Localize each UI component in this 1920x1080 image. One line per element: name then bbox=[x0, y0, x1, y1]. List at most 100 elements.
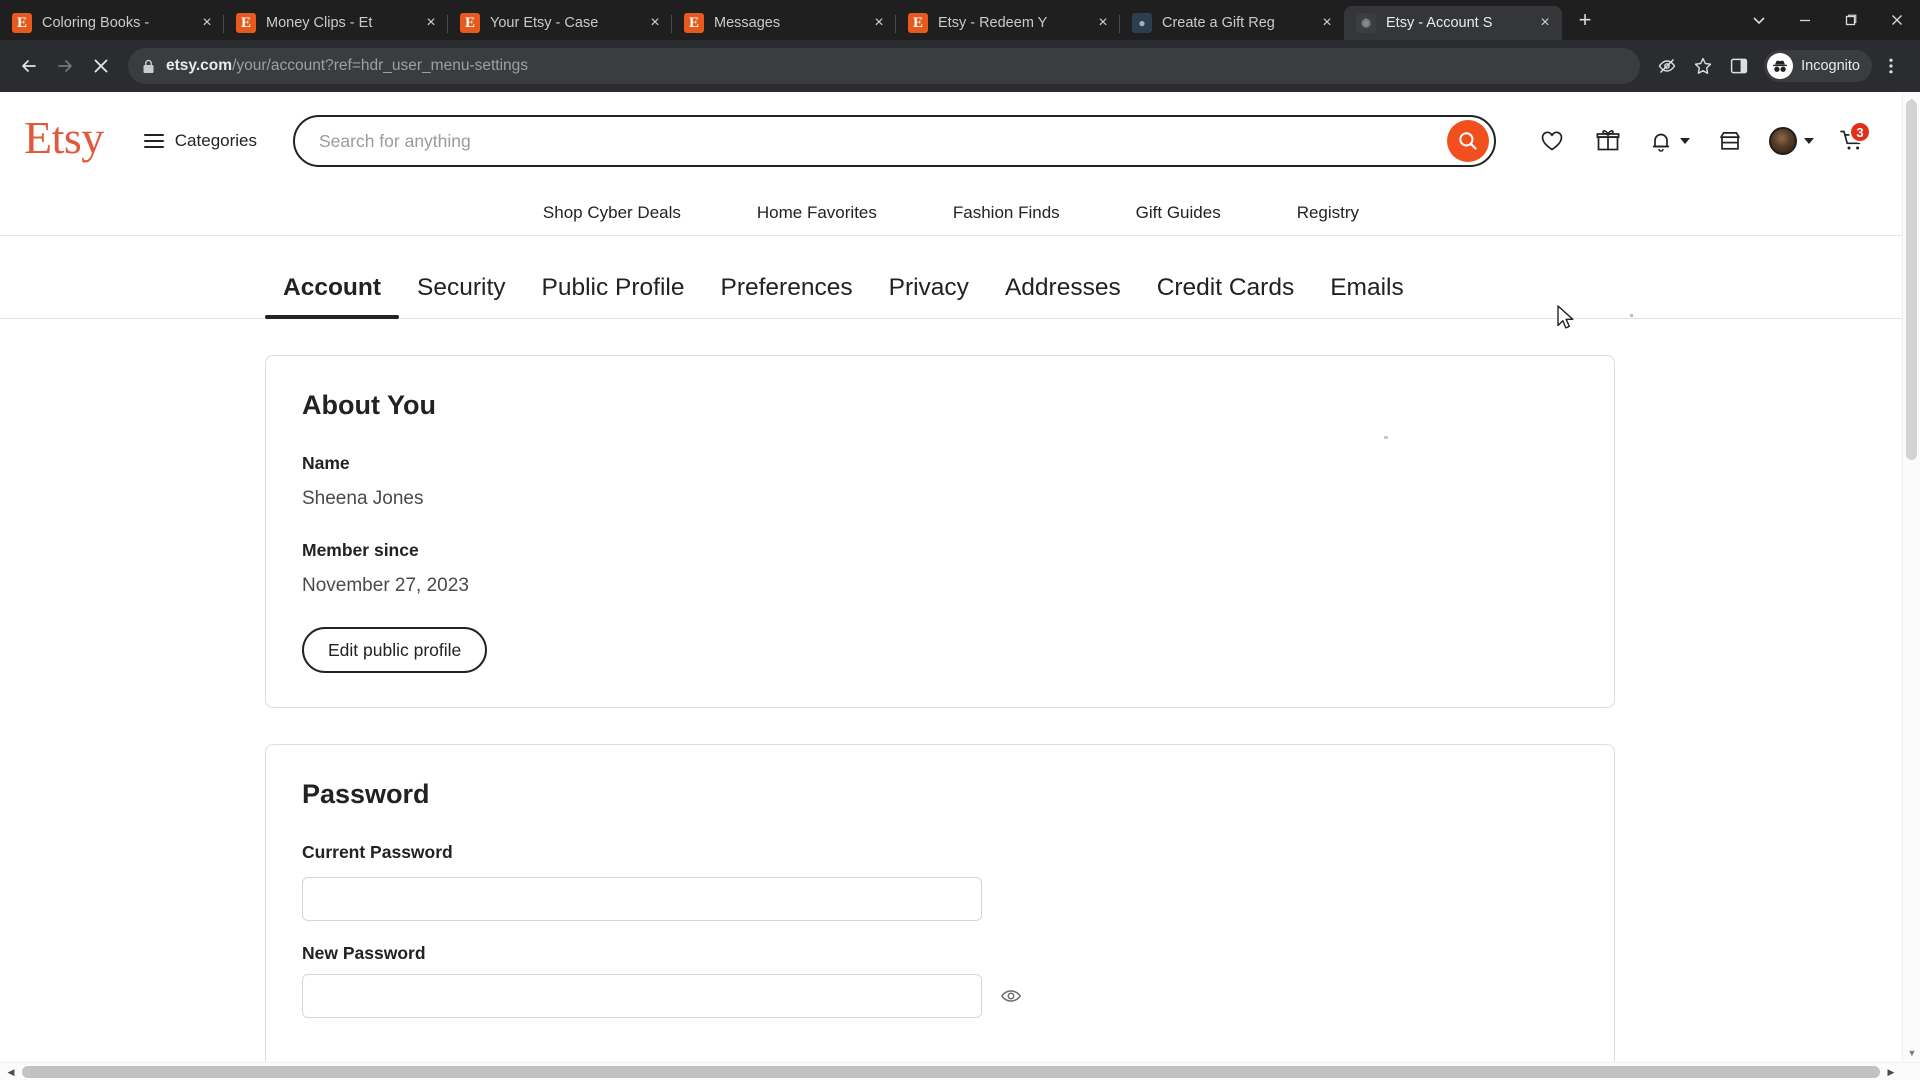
side-panel-icon[interactable] bbox=[1722, 49, 1756, 83]
browser-tab[interactable]: E Messages × bbox=[672, 6, 896, 40]
browser-tab[interactable]: E Coloring Books - × bbox=[0, 6, 224, 40]
tab-close-icon[interactable]: × bbox=[196, 12, 218, 34]
eye-icon[interactable] bbox=[998, 983, 1024, 1009]
tab-close-icon[interactable]: × bbox=[420, 12, 442, 34]
subnav-item-fashion-finds[interactable]: Fashion Finds bbox=[915, 203, 1098, 223]
scroll-right-arrow-icon[interactable]: ▶ bbox=[1882, 1063, 1900, 1080]
gift-icon[interactable] bbox=[1580, 114, 1636, 168]
window-controls bbox=[1736, 0, 1920, 40]
stray-pixel bbox=[1384, 436, 1388, 439]
browser-tab[interactable]: E Your Etsy - Case × bbox=[448, 6, 672, 40]
member-since-label: Member since bbox=[302, 540, 419, 560]
avatar[interactable] bbox=[1758, 114, 1824, 168]
password-card: Password Current Password New Password bbox=[265, 744, 1615, 1062]
star-icon[interactable] bbox=[1686, 49, 1720, 83]
toolbar-right-actions: Incognito bbox=[1650, 49, 1908, 83]
tab-credit-cards[interactable]: Credit Cards bbox=[1139, 274, 1313, 318]
settings-content: About You Name Sheena Jones Member since… bbox=[0, 319, 1902, 1062]
minimize-icon[interactable] bbox=[1782, 0, 1828, 40]
window-close-icon[interactable] bbox=[1874, 0, 1920, 40]
stop-loading-icon[interactable] bbox=[84, 49, 118, 83]
tab-emails[interactable]: Emails bbox=[1312, 274, 1422, 318]
tab-close-icon[interactable]: × bbox=[868, 12, 890, 34]
user-avatar-image bbox=[1768, 127, 1797, 155]
shop-icon[interactable] bbox=[1702, 114, 1758, 168]
subnav-item-registry[interactable]: Registry bbox=[1259, 203, 1397, 223]
tab-title: Etsy - Redeem Y bbox=[938, 15, 1048, 31]
settings-tab-bar: Account Security Public Profile Preferen… bbox=[0, 236, 1902, 319]
categories-label: Categories bbox=[174, 131, 257, 150]
eye-off-icon[interactable] bbox=[1650, 49, 1684, 83]
password-heading: Password bbox=[302, 779, 430, 809]
search-icon[interactable] bbox=[1447, 120, 1489, 162]
chevron-down-icon bbox=[1679, 138, 1690, 144]
tab-public-profile[interactable]: Public Profile bbox=[524, 274, 703, 318]
browser-toolbar: etsy.com/your/account?ref=hdr_user_menu-… bbox=[0, 40, 1920, 92]
new-tab-button[interactable]: + bbox=[1568, 3, 1602, 37]
edit-public-profile-button[interactable]: Edit public profile bbox=[302, 627, 488, 673]
categories-button[interactable]: Categories bbox=[143, 131, 257, 151]
tab-title: Coloring Books - bbox=[42, 15, 150, 31]
subnav-item-shop-cyber-deals[interactable]: Shop Cyber Deals bbox=[505, 203, 719, 223]
tab-title: Etsy - Account S bbox=[1386, 15, 1493, 31]
current-password-input[interactable] bbox=[302, 877, 982, 921]
three-dot-menu-icon[interactable] bbox=[1874, 49, 1908, 83]
forward-arrow-icon[interactable] bbox=[48, 49, 82, 83]
tab-privacy[interactable]: Privacy bbox=[871, 274, 987, 318]
incognito-indicator[interactable]: Incognito bbox=[1764, 50, 1872, 82]
name-label: Name bbox=[302, 453, 350, 473]
tab-title: Money Clips - Et bbox=[266, 15, 373, 31]
generic-favicon: ● bbox=[1132, 13, 1152, 33]
notifications-bell-icon[interactable] bbox=[1636, 114, 1702, 168]
incognito-hat-icon bbox=[1767, 53, 1794, 79]
stray-pixel bbox=[1630, 314, 1633, 317]
browser-window: E Coloring Books - × E Money Clips - Et … bbox=[0, 0, 1920, 1080]
tab-close-icon[interactable]: × bbox=[1534, 12, 1556, 34]
new-password-row bbox=[302, 974, 1614, 1018]
address-bar[interactable]: etsy.com/your/account?ref=hdr_user_menu-… bbox=[128, 48, 1641, 84]
tab-close-icon[interactable]: × bbox=[1316, 12, 1338, 34]
name-value: Sheena Jones bbox=[302, 488, 424, 509]
header-icon-group: 3 bbox=[1524, 114, 1880, 168]
browser-tab-active[interactable]: ◉ Etsy - Account S × bbox=[1344, 6, 1562, 40]
tab-account[interactable]: Account bbox=[265, 274, 399, 319]
subnav-item-home-favorites[interactable]: Home Favorites bbox=[719, 203, 915, 223]
tab-close-icon[interactable]: × bbox=[1092, 12, 1114, 34]
search-input[interactable] bbox=[319, 130, 1447, 152]
tab-list: E Coloring Books - × E Money Clips - Et … bbox=[0, 0, 1736, 40]
tab-title: Create a Gift Reg bbox=[1162, 15, 1275, 31]
tab-title: Your Etsy - Case bbox=[490, 15, 599, 31]
etsy-page: Etsy Categories Search for anything 3 Sh… bbox=[0, 92, 1902, 1062]
dim-favicon: ◉ bbox=[1356, 13, 1376, 33]
about-you-card: About You Name Sheena Jones Member since… bbox=[265, 355, 1615, 708]
scroll-left-arrow-icon[interactable]: ◀ bbox=[2, 1063, 20, 1080]
vertical-scrollbar-thumb[interactable] bbox=[1906, 100, 1917, 460]
etsy-favicon: E bbox=[460, 13, 480, 33]
new-password-input[interactable] bbox=[302, 974, 982, 1018]
tab-close-icon[interactable]: × bbox=[644, 12, 666, 34]
subnav-item-gift-guides[interactable]: Gift Guides bbox=[1098, 203, 1259, 223]
tab-addresses[interactable]: Addresses bbox=[987, 274, 1139, 318]
member-since-value: November 27, 2023 bbox=[302, 575, 469, 596]
back-arrow-icon[interactable] bbox=[12, 49, 46, 83]
maximize-icon[interactable] bbox=[1828, 0, 1874, 40]
cart-icon[interactable]: 3 bbox=[1824, 114, 1880, 168]
search-bar[interactable] bbox=[293, 115, 1496, 167]
browser-tab[interactable]: E Money Clips - Et × bbox=[224, 6, 448, 40]
current-password-label: Current Password bbox=[302, 842, 453, 862]
scroll-down-arrow-icon[interactable]: ▼ bbox=[1903, 1044, 1920, 1062]
horizontal-scrollbar[interactable]: ◀ ▶ bbox=[0, 1062, 1920, 1080]
favorites-icon[interactable] bbox=[1524, 114, 1580, 168]
tab-security[interactable]: Security bbox=[399, 274, 524, 318]
new-password-label: New Password bbox=[302, 943, 426, 963]
tab-search-chevron-down-icon[interactable] bbox=[1736, 0, 1782, 40]
etsy-favicon: E bbox=[12, 13, 32, 33]
url-path: /your/account?ref=hdr_user_menu-settings bbox=[232, 57, 529, 74]
browser-tab[interactable]: E Etsy - Redeem Y × bbox=[896, 6, 1120, 40]
tab-strip: E Coloring Books - × E Money Clips - Et … bbox=[0, 0, 1920, 40]
vertical-scrollbar[interactable]: ▲ ▼ bbox=[1902, 92, 1920, 1062]
etsy-logo[interactable]: Etsy bbox=[24, 115, 104, 167]
horizontal-scrollbar-thumb[interactable] bbox=[22, 1066, 1880, 1078]
tab-preferences[interactable]: Preferences bbox=[703, 274, 871, 318]
browser-tab[interactable]: ● Create a Gift Reg × bbox=[1120, 6, 1344, 40]
